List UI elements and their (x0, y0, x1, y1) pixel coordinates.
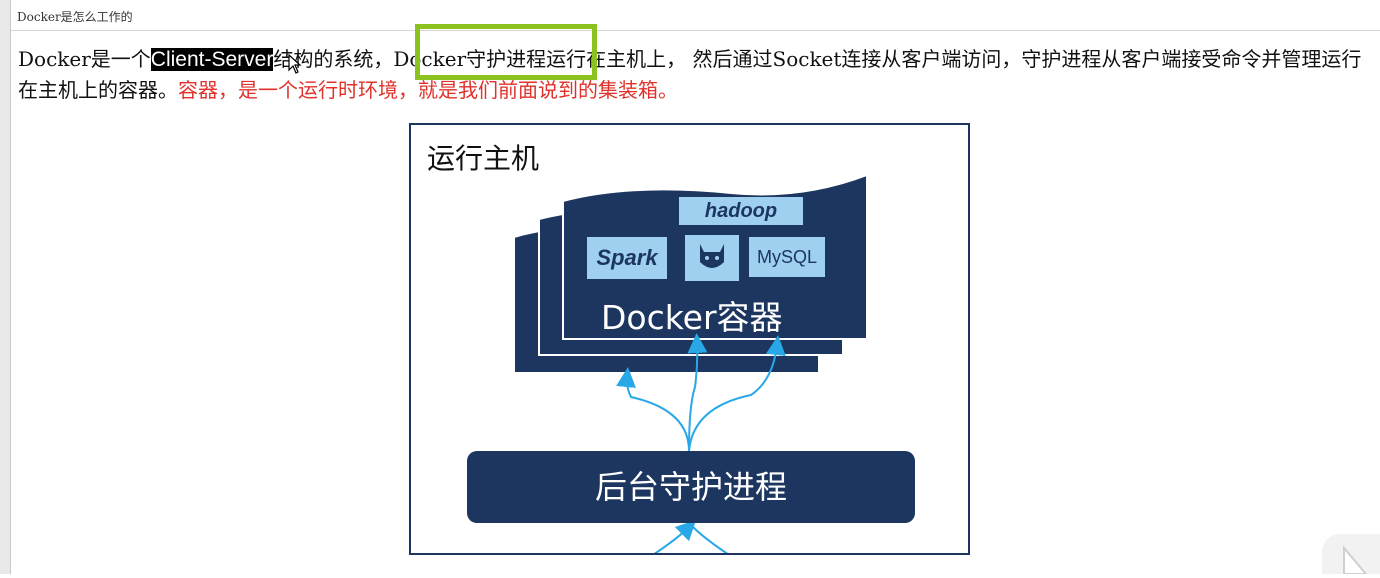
mysql-logo-icon: MySQL (749, 237, 825, 277)
selected-text-client-server[interactable]: Client-Server (150, 48, 274, 71)
docker-container-label: Docker容器 (601, 298, 783, 337)
page-tab-bar: Docker是怎么工作的 (11, 0, 1380, 31)
video-play-button[interactable] (1322, 534, 1380, 575)
text-runs-on-host: 运行在主机上， 然后通过Socket连接从客户端访问，守护进程从客户端接受 (546, 47, 1222, 71)
mouse-cursor-icon (288, 54, 302, 74)
text-intro: Docker是一个 (18, 47, 151, 71)
annotation-highlight-box (415, 24, 597, 80)
arrow-to-layer-back (616, 367, 690, 452)
daemon-box: 后台守护进程 (467, 451, 915, 523)
description-paragraph: Docker是一个Client-Server结构的系统，Docker守护进程运行… (18, 44, 1370, 106)
tomcat-logo-icon (685, 235, 739, 281)
arrow-from-client-right (692, 526, 729, 553)
hadoop-logo-icon: hadoop (679, 197, 803, 225)
text-container-definition: 容器，是一个运行时环境，就是我们前面说到的集装箱。 (178, 78, 678, 102)
arrow-from-client-left (653, 519, 697, 553)
play-icon (1343, 545, 1369, 575)
spark-logo-icon: Spark (587, 237, 667, 279)
window-left-border (0, 0, 11, 574)
docker-architecture-diagram: 运行主机 hadoop Spark MySQL Docker容器 后台守护进程 (409, 123, 970, 555)
page-tab-title[interactable]: Docker是怎么工作的 (17, 8, 133, 25)
